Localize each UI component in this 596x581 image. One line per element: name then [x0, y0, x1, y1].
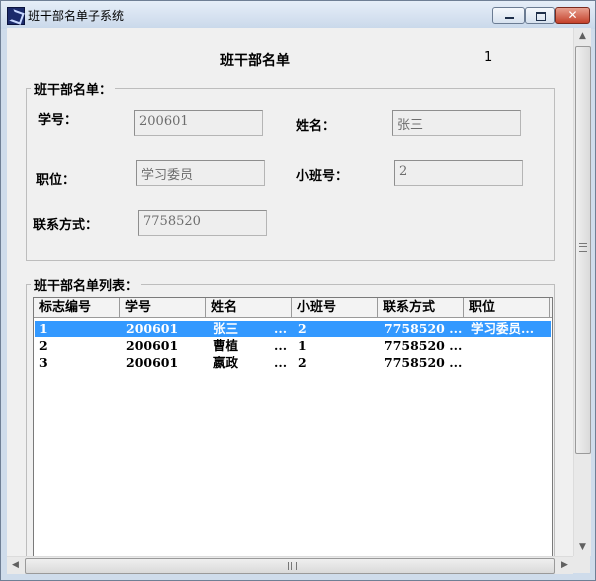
column-header-name[interactable]: 姓名: [206, 298, 292, 317]
cadre-list-view[interactable]: 标志编号 学号 姓名 小班号 联系方式 职位 1 200601 张三 ... 2…: [33, 297, 553, 558]
list-item[interactable]: 2 200601 曹植 ... 1 7758520 ...: [35, 338, 551, 354]
column-header-position[interactable]: 职位: [464, 298, 550, 317]
cell-contact: 7758520 ...: [384, 338, 463, 353]
column-header-student-id[interactable]: 学号: [120, 298, 206, 317]
cell-name-overflow: ...: [274, 321, 288, 336]
cell-id: 2: [39, 338, 48, 353]
horizontal-scroll-thumb[interactable]: [25, 558, 555, 574]
cell-name-overflow: ...: [274, 338, 288, 353]
list-header: 标志编号 学号 姓名 小班号 联系方式 职位: [34, 298, 552, 318]
student-id-field[interactable]: 200601: [134, 110, 263, 136]
class-no-field[interactable]: 2: [394, 160, 523, 186]
vertical-scroll-thumb[interactable]: [575, 46, 591, 454]
cell-contact: 7758520 ...: [384, 355, 463, 370]
cell-name: 张三: [213, 321, 239, 336]
cell-name-overflow: ...: [274, 355, 288, 370]
window-title: 班干部名单子系统: [28, 9, 125, 23]
record-number: 1: [484, 50, 493, 65]
contact-field[interactable]: 7758520: [138, 210, 267, 236]
cell-contact: 7758520 ...: [384, 321, 463, 336]
cell-position: [471, 338, 551, 354]
horizontal-scrollbar[interactable]: ◀ ▶: [7, 556, 573, 574]
cell-position: [471, 355, 551, 371]
size-grip[interactable]: [573, 556, 590, 573]
grip-icon: [579, 243, 587, 252]
list-item[interactable]: 1 200601 张三 ... 2 7758520 ... 学习委员...: [35, 321, 551, 337]
title-bar[interactable]: 班干部名单子系统 ✕: [1, 1, 595, 29]
column-header-id[interactable]: 标志编号: [34, 298, 120, 317]
class-no-label: 小班号：: [296, 169, 349, 184]
cell-name: 曹植: [213, 338, 239, 353]
scroll-left-icon[interactable]: ◀: [7, 557, 24, 574]
page-title: 班干部名单: [220, 53, 290, 69]
cell-position: 学习委员...: [471, 321, 535, 336]
maximize-icon: [536, 12, 546, 21]
cell-class-no: 1: [298, 338, 307, 353]
cadre-list-group-title: 班干部名单列表：: [31, 275, 142, 294]
column-header-class-no[interactable]: 小班号: [292, 298, 378, 317]
minimize-button[interactable]: [492, 7, 525, 24]
cell-class-no: 2: [298, 321, 307, 336]
cell-name: 嬴政: [213, 355, 239, 370]
scroll-down-icon[interactable]: ▼: [574, 539, 591, 556]
cell-id: 3: [39, 355, 48, 370]
cell-student-id: 200601: [126, 338, 179, 353]
list-item[interactable]: 3 200601 嬴政 ... 2 7758520 ...: [35, 355, 551, 371]
app-icon[interactable]: [7, 7, 25, 25]
cadre-form-group-title: 班干部名单：: [31, 79, 116, 98]
contact-label: 联系方式：: [33, 218, 99, 233]
cell-student-id: 200601: [126, 321, 179, 336]
position-label: 职位：: [36, 173, 76, 188]
scroll-right-icon[interactable]: ▶: [556, 557, 573, 574]
cell-id: 1: [39, 321, 48, 336]
scroll-up-icon[interactable]: ▲: [574, 28, 591, 45]
name-label: 姓名：: [296, 119, 336, 134]
student-id-label: 学号：: [38, 113, 78, 128]
vertical-scrollbar[interactable]: ▲ ▼: [573, 28, 591, 556]
column-header-contact[interactable]: 联系方式: [378, 298, 464, 317]
name-field[interactable]: 张三: [392, 110, 521, 136]
position-field[interactable]: 学习委员: [136, 160, 265, 186]
cell-student-id: 200601: [126, 355, 179, 370]
grip-icon: [288, 562, 297, 570]
minimize-icon: [505, 17, 514, 19]
cell-class-no: 2: [298, 355, 307, 370]
close-icon: ✕: [567, 8, 578, 22]
maximize-button[interactable]: [525, 7, 555, 24]
close-button[interactable]: ✕: [555, 7, 590, 24]
